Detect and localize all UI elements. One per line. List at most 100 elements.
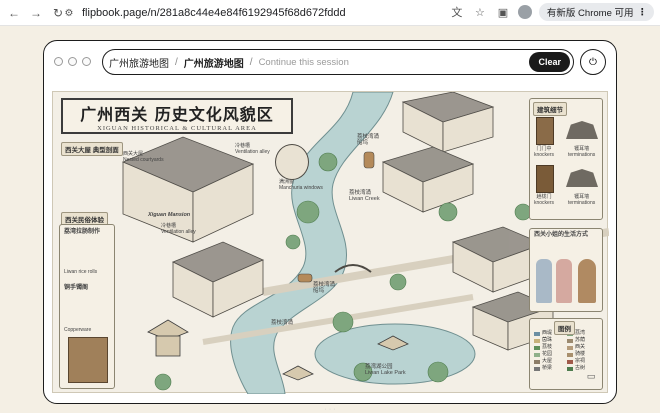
breadcrumb-current[interactable]: 广州旅游地图 (184, 55, 244, 70)
update-label: 有新版 Chrome 可用 (546, 8, 634, 19)
legend-item: 大屋 (534, 359, 565, 364)
map-title: 广州西关 历史文化风貌区 (80, 104, 274, 124)
window-detail-inset (275, 144, 309, 180)
illustrated-map: 广州西关 历史文化风貌区 XIGUAN HISTORICAL & CULTURA… (52, 91, 609, 394)
legend-swatch (567, 359, 573, 364)
details-section-label: 建筑细节 (533, 102, 567, 116)
legend-item: 荔枝 (534, 345, 565, 350)
legend-label: 西关 (575, 344, 586, 350)
more-menu-icon[interactable]: ⋮ (638, 7, 647, 18)
session-bar: 广州旅游地图 / 广州旅游地图 / Continue this session … (102, 49, 574, 75)
lifestyle-section-label: 西关小姐的生活方式 (534, 232, 589, 238)
ricerolls-label: 荔湾拉肠制作 (64, 229, 101, 235)
ridge-illustration-2 (566, 169, 598, 187)
profile-avatar[interactable] (517, 5, 532, 19)
legend-item: 宗祠 (567, 359, 598, 364)
legend-label: 古树 (575, 365, 586, 371)
breadcrumb-root[interactable]: 广州旅游地图 (109, 55, 169, 70)
creek-label-4: 荔枝湾涌 (271, 320, 294, 326)
legend-label: 花园 (542, 351, 553, 357)
forward-icon[interactable]: → (28, 5, 44, 21)
legend-item: 苏荫 (567, 338, 598, 343)
window-close-dot[interactable] (54, 57, 63, 66)
map-title-box: 广州西关 历史文化风貌区 XIGUAN HISTORICAL & CULTURA… (61, 98, 293, 134)
ventilation-label-1: 冷巷槽 Ventilation alley (235, 143, 270, 155)
legend-list: 西堤 荔湾茵珠 苏荫荔枝 西关花园 骑楼大屋 宗祠桥梁 古树 (534, 331, 598, 371)
legend-label: 荔湾 (575, 330, 586, 336)
legend-label: 荔枝 (542, 344, 553, 350)
legend-item: 桥梁 (534, 366, 565, 371)
lake-park-label: 荔湾湖公园 Liwan Lake Park (365, 364, 406, 377)
creek-label-2: 荔枝湾涌 Liwan Creek (349, 190, 380, 203)
creek-label-3: 荔枝湾涌 船坞 (313, 282, 336, 295)
legend-swatch (567, 345, 573, 350)
legend-item: 花园 (534, 352, 565, 357)
legend-swatch (567, 352, 573, 357)
door-label-1: 门门中 knockers (534, 146, 555, 158)
site-settings-icon[interactable]: ⚙ (62, 6, 76, 20)
legend-swatch (534, 359, 540, 364)
mansion-en-label: Xiguan Mansion (148, 212, 191, 218)
window-minimize-dot[interactable] (68, 57, 77, 66)
mansion-section-label: 西关大屋 典型剖面 (61, 142, 123, 156)
session-input[interactable]: Continue this session (259, 57, 349, 68)
clear-button[interactable]: Clear (529, 52, 570, 72)
legend-swatch (534, 366, 540, 371)
legend-label: 茵珠 (542, 337, 553, 343)
legend-label: 大屋 (542, 358, 553, 364)
ridge-label-2: 镬耳墙 terminations (568, 194, 596, 206)
qipao-illustration-1 (536, 259, 552, 303)
url-text: flipbook.page/n/281a8c44e4e84f6192945f68… (82, 7, 346, 19)
legend-item: 西关 (567, 345, 598, 350)
door-label-2: 趟栊门 knockers (534, 194, 555, 206)
legend-item: 骑楼 (567, 352, 598, 357)
qipao-illustration-2 (556, 259, 572, 303)
ridge-illustration-1 (566, 121, 598, 139)
legend-swatch (567, 366, 573, 371)
creek-label-1: 荔枝湾涌 船坞 (357, 134, 380, 147)
extensions-icon[interactable]: ▣ (495, 4, 511, 20)
legend-title: 图例 (554, 321, 575, 335)
legend-swatch (534, 338, 540, 343)
power-icon[interactable]: ⏻ (580, 49, 606, 75)
legend-swatch (534, 352, 540, 357)
nested-courtyard-label: 西关大屋 Nested courtyards (123, 151, 164, 163)
chat-bubble-icon[interactable]: ▭ (585, 370, 597, 382)
ridge-label-1: 镬耳墙 terminations (568, 146, 596, 158)
translate-icon[interactable]: 文 (449, 4, 465, 20)
map-subtitle: XIGUAN HISTORICAL & CULTURAL AREA (97, 124, 257, 132)
app-window: 广州旅游地图 / 广州旅游地图 / Continue this session … (43, 40, 617, 404)
window-controls (54, 57, 91, 66)
bookmark-star-icon[interactable]: ☆ (472, 4, 488, 20)
folk-panel: 荔湾拉肠制作 Liwan rice rolls 铜手镯阁 Copperware (59, 224, 115, 389)
app-topbar: 广州旅游地图 / 广州旅游地图 / Continue this session … (44, 41, 616, 83)
legend-swatch (534, 331, 540, 336)
folk-doorway-illustration (68, 337, 108, 383)
details-panel: 建筑细节 门门中 knockers 趟栊门 knockers 镬耳墙 termi… (529, 98, 603, 220)
mirror-illustration (578, 259, 596, 303)
ventilation-label-2: 冷巷槽 Ventilation alley (161, 223, 196, 235)
map-illustration (121, 92, 609, 394)
copper-en: Copperware (64, 327, 92, 333)
nav-buttons: ← → ↻ (0, 5, 66, 21)
manchuria-windows-label: 满洲窗 Manchuria windows (279, 179, 323, 191)
legend-label: 苏荫 (575, 337, 586, 343)
knocker-illustration (536, 165, 554, 193)
legend-swatch (567, 338, 573, 343)
browser-actions: 文 ☆ ▣ 有新版 Chrome 可用 ⋮ (449, 3, 660, 21)
legend-item: 茵珠 (534, 338, 565, 343)
copper-label: 铜手镯阁 (64, 285, 89, 291)
lifestyle-panel: 西关小姐的生活方式 (529, 228, 603, 312)
window-zoom-dot[interactable] (82, 57, 91, 66)
browser-toolbar: ← → ↻ ⚙ flipbook.page/n/281a8c44e4e84f61… (0, 0, 660, 26)
legend-label: 骑楼 (575, 351, 586, 357)
legend-label: 宗祠 (575, 358, 586, 364)
update-chrome-button[interactable]: 有新版 Chrome 可用 ⋮ (538, 3, 654, 21)
breadcrumb-separator: / (175, 56, 178, 68)
breadcrumb-separator: / (249, 56, 253, 68)
legend-label: 桥梁 (542, 365, 553, 371)
ricerolls-en: Liwan rice rolls (64, 269, 98, 275)
legend-label: 西堤 (542, 330, 553, 336)
back-icon[interactable]: ← (6, 5, 22, 21)
door-illustration (536, 117, 554, 145)
